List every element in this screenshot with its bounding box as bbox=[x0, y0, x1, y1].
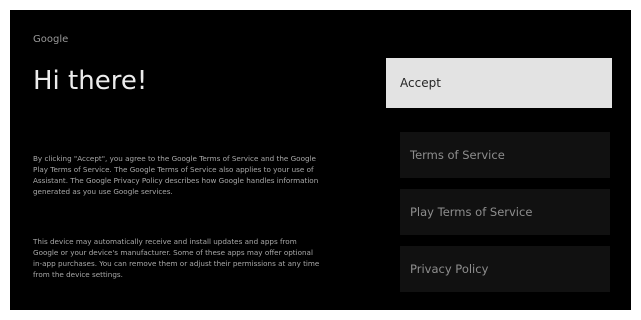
terms-of-service-button[interactable]: Terms of Service bbox=[400, 132, 610, 178]
play-terms-of-service-button[interactable]: Play Terms of Service bbox=[400, 189, 610, 235]
privacy-policy-button[interactable]: Privacy Policy bbox=[400, 246, 610, 292]
page-title: Hi there! bbox=[33, 66, 148, 96]
updates-paragraph: This device may automatically receive an… bbox=[33, 237, 320, 279]
terms-paragraph: By clicking "Accept", you agree to the G… bbox=[33, 154, 319, 196]
brand-label: Google bbox=[33, 34, 69, 45]
tv-setup-screen: Google Hi there! By clicking "Accept", y… bbox=[10, 10, 631, 310]
accept-button[interactable]: Accept bbox=[386, 58, 612, 108]
